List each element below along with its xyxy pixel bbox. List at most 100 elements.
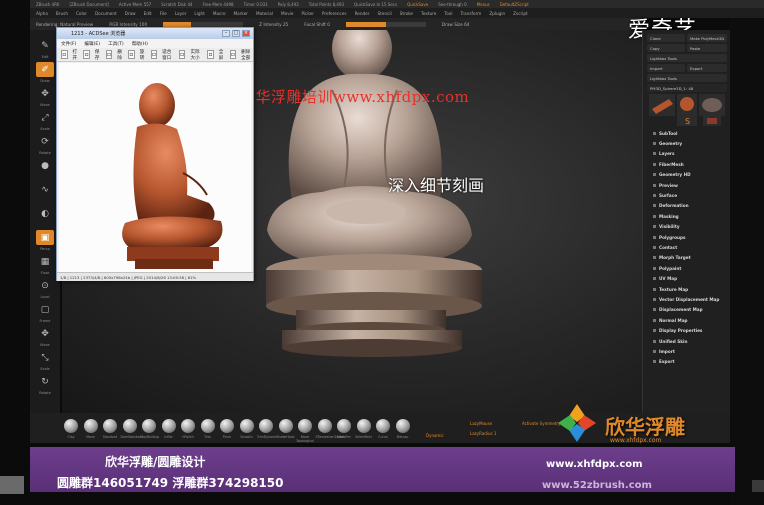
menu-macro[interactable]: Macro	[213, 11, 226, 16]
tool-submenu-uv-map[interactable]: UV Map	[651, 273, 727, 283]
close-icon[interactable]: ×	[242, 30, 250, 37]
menu-zplugin[interactable]: Zplugin	[489, 11, 505, 16]
menu-movie[interactable]: Movie	[281, 11, 293, 16]
brush-matcap-icon[interactable]	[395, 419, 410, 433]
menu-layer[interactable]: Layer	[175, 11, 187, 16]
brush-tool-button[interactable]: ●	[36, 158, 54, 173]
viewer-tool-icon[interactable]: ▫	[61, 50, 68, 59]
tool-submenu-export[interactable]: Export	[651, 357, 727, 367]
tool-submenu-vector-displacement-map[interactable]: Vector Displacement Map	[651, 294, 727, 304]
draw-tool-button[interactable]: ✐ Draw	[36, 62, 54, 83]
viewer-menu-item[interactable]: 文件(F)	[61, 41, 76, 47]
menu-alpha[interactable]: Alpha	[36, 11, 48, 16]
lazy-radius-slider[interactable]: LazyRadius 1	[470, 431, 496, 436]
brush-clay-icon[interactable]	[64, 419, 78, 433]
rotate-view-tool-button[interactable]: ↻ Rotate	[36, 374, 54, 396]
menu-material[interactable]: Material	[256, 11, 273, 16]
default-script-button[interactable]: DefaultZScript	[500, 2, 529, 7]
viewer-title-bar[interactable]: 1213 - ACDSee 浏览器 – □ ×	[57, 28, 253, 39]
brush-snakehook-icon[interactable]	[278, 419, 293, 433]
viewer-menu-item[interactable]: 工具(T)	[108, 41, 124, 47]
menu-render[interactable]: Render	[355, 11, 370, 16]
menu-tool[interactable]: Tool	[444, 11, 452, 16]
local-tool-button[interactable]: ⊙ Local	[36, 278, 54, 300]
move-tool-button[interactable]: ✥ Move	[36, 86, 54, 108]
tool-submenu-geometry-hd[interactable]: Geometry HD	[651, 170, 727, 180]
viewer-tool-icon[interactable]: ▫	[105, 50, 113, 59]
tool-submenu-layers[interactable]: Layers	[651, 149, 727, 159]
stroke-tool-button[interactable]: ∿	[36, 182, 54, 197]
brush-move-topological-icon[interactable]	[298, 419, 312, 433]
viewer-tool-icon[interactable]: ▫	[83, 50, 90, 59]
brush-smooth-icon[interactable]	[239, 419, 254, 433]
brush-claybuildup-icon[interactable]	[142, 419, 156, 433]
menu-light[interactable]: Light	[194, 11, 204, 16]
see-through-slider[interactable]: See-through 0	[438, 2, 466, 7]
make-polymesh-button[interactable]: Make PolyMesh3D	[687, 34, 727, 42]
menu-stencil[interactable]: Stencil	[377, 11, 391, 16]
tool-submenu-unified-skin[interactable]: Unified Skin	[651, 336, 727, 346]
menu-zscript[interactable]: Zscript	[513, 11, 528, 16]
brush-curve-icon[interactable]	[376, 419, 390, 433]
rgb-intensity-slider[interactable]	[163, 21, 244, 27]
brush-move-icon[interactable]	[83, 419, 98, 433]
menu-marker[interactable]: Marker	[234, 11, 248, 16]
tool-submenu-preview[interactable]: Preview	[651, 180, 727, 190]
scale-view-tool-button[interactable]: ⤡ Scale	[36, 350, 54, 372]
viewer-menu-item[interactable]: 帮助(H)	[132, 41, 148, 47]
edit-tool-button[interactable]: ✎ Edit	[36, 38, 54, 60]
activate-symmetry-button[interactable]: Activate Symmetry	[522, 421, 560, 426]
tool-submenu-fibermesh[interactable]: FiberMesh	[651, 159, 727, 169]
quicksave-button[interactable]: QuickSave	[407, 2, 428, 7]
viewer-menu-item[interactable]: 编辑(E)	[84, 41, 100, 47]
frame-tool-button[interactable]: ▢ Frame	[36, 302, 54, 324]
tool-submenu-displacement-map[interactable]: Displacement Map	[651, 305, 727, 315]
acdsee-viewer-window[interactable]: 1213 - ACDSee 浏览器 – □ × 文件(F) 编辑(E) 工具(T) 帮…	[56, 27, 254, 281]
import-button[interactable]: Import	[647, 64, 685, 72]
tool-submenu-polypaint[interactable]: Polypaint	[651, 263, 727, 273]
tool-submenu-subtool[interactable]: SubTool	[651, 128, 727, 138]
menu-transform[interactable]: Transform	[460, 11, 481, 16]
scroll-indicator[interactable]	[752, 480, 764, 492]
tool-submenu-texture-map[interactable]: Texture Map	[651, 284, 727, 294]
tool-submenu-normal-map[interactable]: Normal Map	[651, 315, 727, 325]
tool-submenu-contact[interactable]: Contact	[651, 242, 727, 252]
perspective-tool-button[interactable]: ▣ Persp	[36, 230, 54, 251]
menu-picker[interactable]: Picker	[301, 11, 313, 16]
rotate-tool-button[interactable]: ⟳ Rotate	[36, 134, 54, 156]
brush-trim-icon[interactable]	[200, 419, 215, 433]
tool-submenu-display-properties[interactable]: Display Properties	[651, 325, 727, 335]
menu-draw[interactable]: Draw	[125, 11, 136, 16]
brush-pinch-icon[interactable]	[220, 419, 234, 433]
tool-submenu-polygroups[interactable]: Polygroups	[651, 232, 727, 242]
menu-color[interactable]: Color	[76, 11, 87, 16]
viewer-tool-icon[interactable]: ▫	[207, 50, 214, 59]
tool-submenu-morph-target[interactable]: Morph Target	[651, 253, 727, 263]
menu-stroke[interactable]: Stroke	[400, 11, 413, 16]
brush-trimdynamic-icon[interactable]	[259, 419, 273, 433]
lightbox-tools-label[interactable]: Lightbox Tools	[647, 74, 727, 82]
brush-hpolish-icon[interactable]	[181, 419, 195, 433]
material-sphere-tool-button[interactable]: ◐	[36, 206, 54, 221]
brush-selectrect-icon[interactable]	[356, 419, 371, 433]
menus-button[interactable]: Menus	[477, 2, 490, 7]
lightbox-tools-button[interactable]: Lightbox Tools	[647, 54, 727, 62]
brush-damstandard-icon[interactable]	[122, 419, 137, 433]
brush-inflat-icon[interactable]	[161, 419, 176, 433]
clone-button[interactable]: Clone	[647, 34, 685, 42]
menu-file[interactable]: File	[160, 11, 167, 16]
copy-button[interactable]: Copy	[647, 44, 685, 52]
menu-brush[interactable]: Brush	[56, 11, 68, 16]
viewer-tool-icon[interactable]: ▫	[229, 50, 237, 59]
viewer-tool-icon[interactable]: ▫	[150, 50, 158, 59]
tool-submenu-geometry[interactable]: Geometry	[651, 138, 727, 148]
move-view-tool-button[interactable]: ✥ Move	[36, 326, 54, 348]
tool-thumbnails[interactable]: S	[649, 94, 727, 126]
minimize-icon[interactable]: –	[222, 30, 230, 37]
menu-preferences[interactable]: Preferences	[322, 11, 347, 16]
brush-maskpen-icon[interactable]	[337, 419, 351, 433]
menu-texture[interactable]: Texture	[421, 11, 436, 16]
brush-zremesherguides-icon[interactable]	[317, 419, 332, 433]
tool-submenu-masking[interactable]: Masking	[651, 211, 727, 221]
floor-tool-button[interactable]: ▦ Floor	[36, 254, 54, 276]
